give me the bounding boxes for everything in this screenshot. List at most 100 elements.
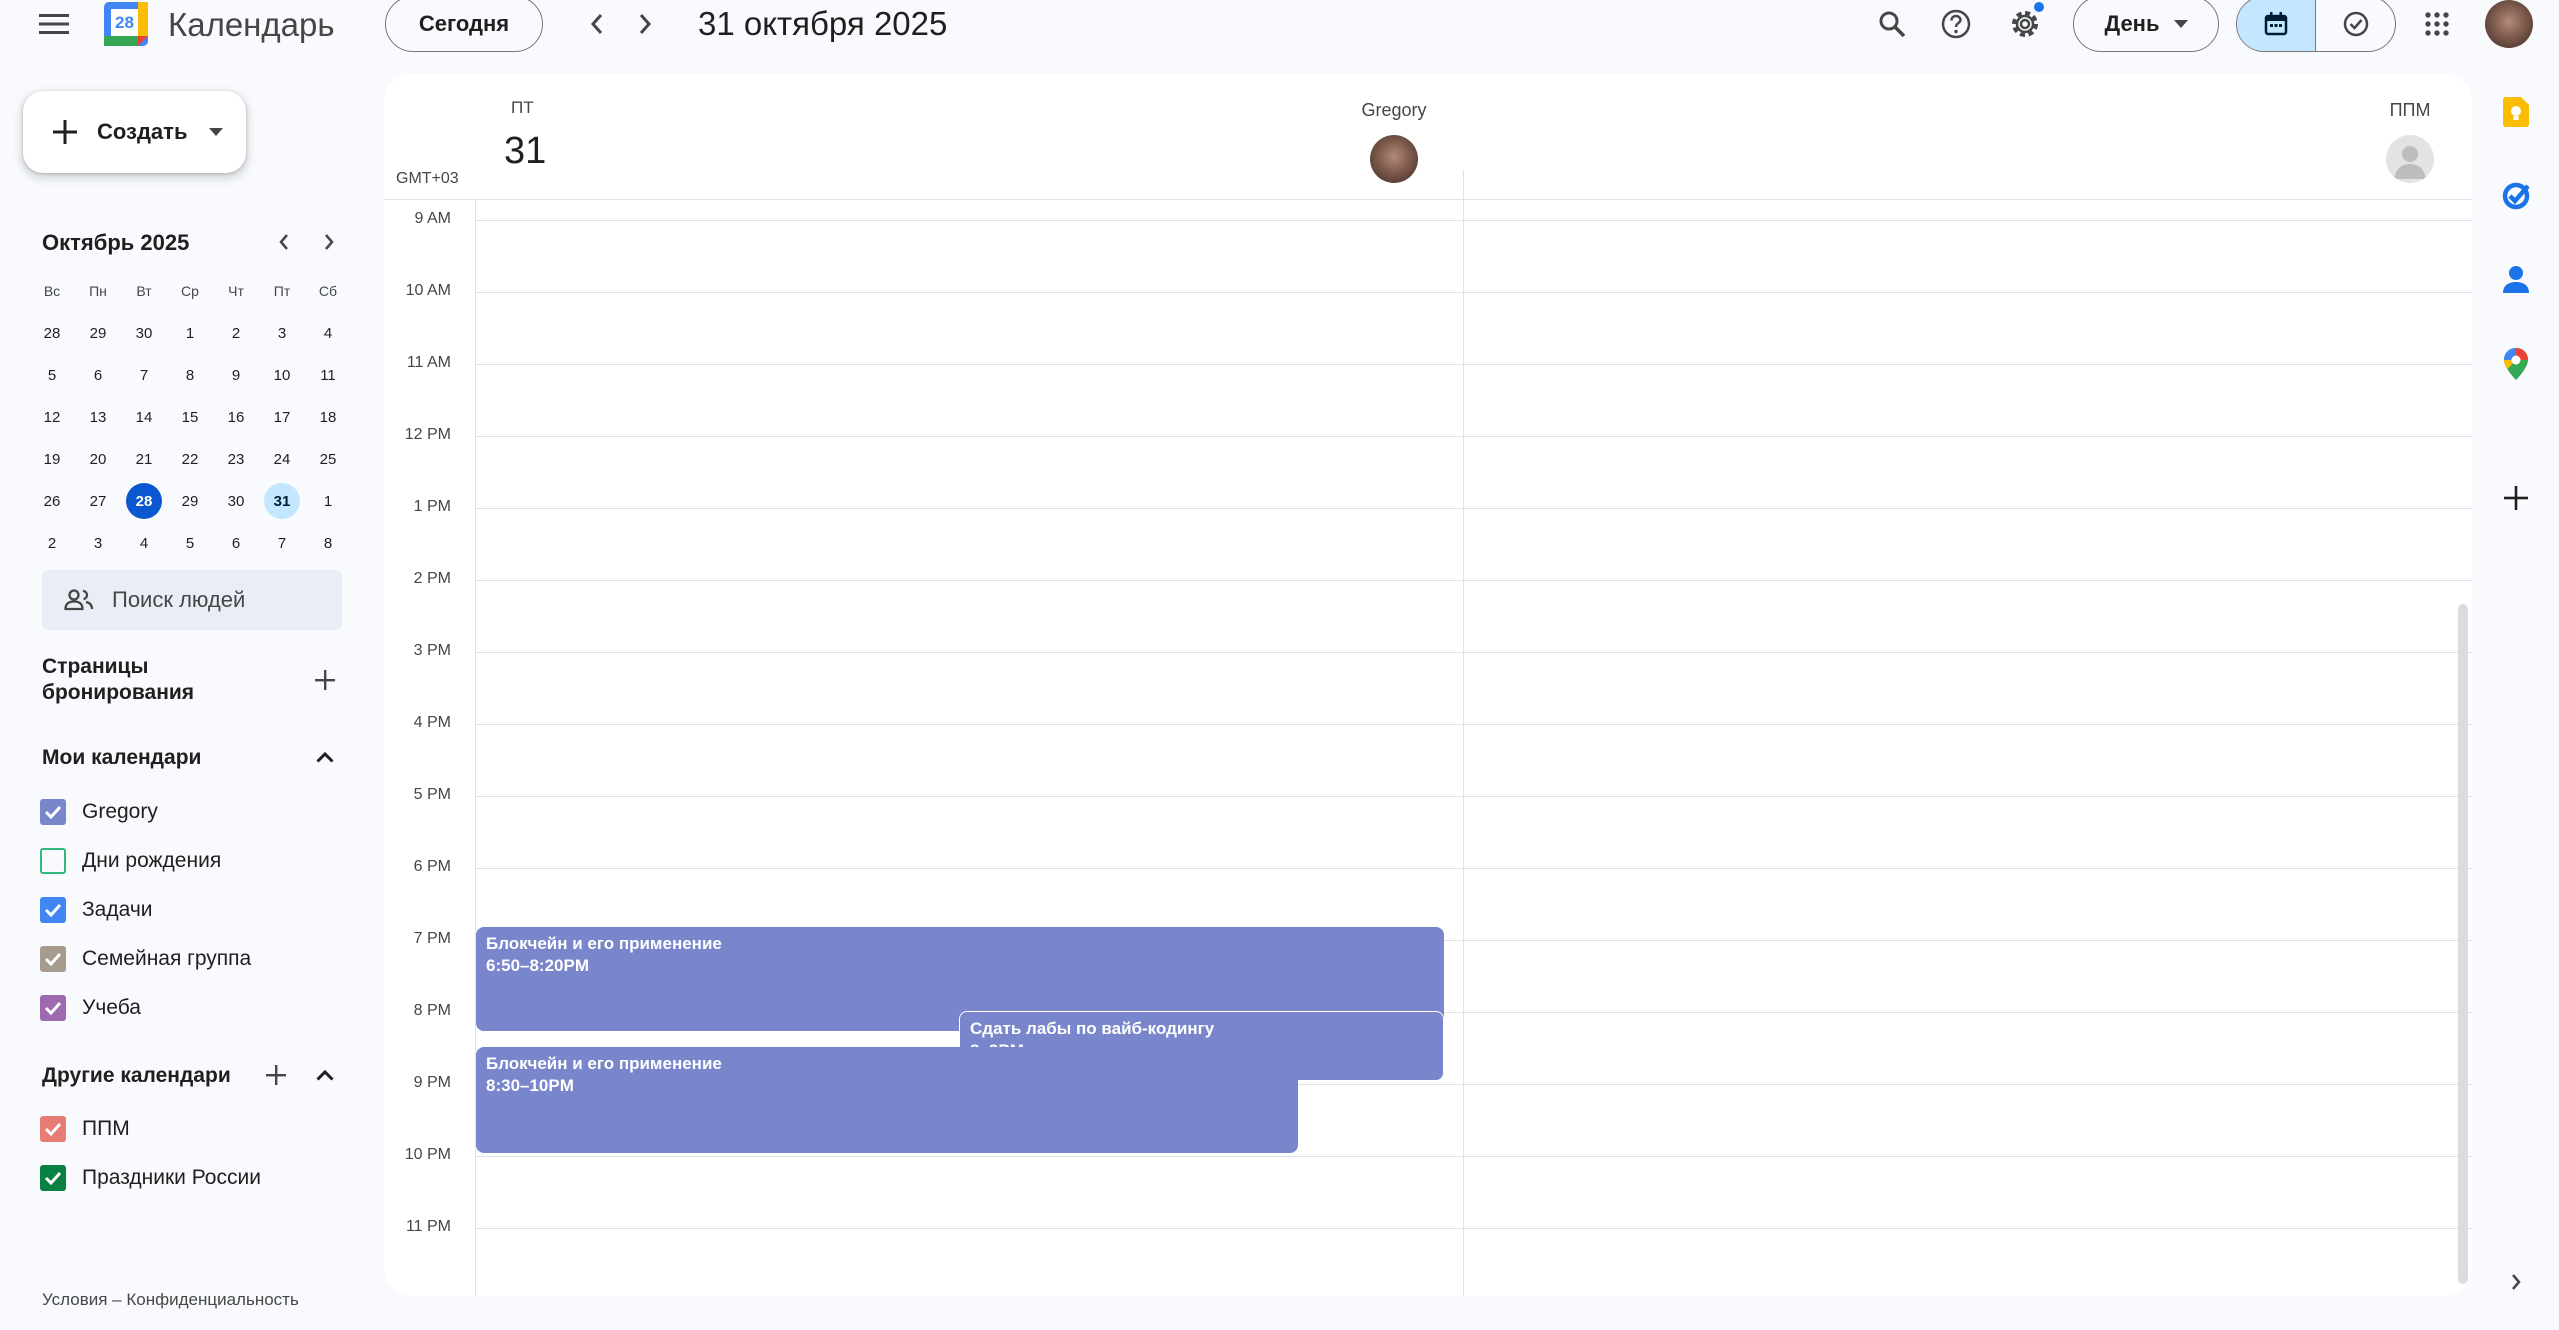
other-calendars-collapse-button[interactable] [303, 1053, 347, 1097]
mini-calendar-day[interactable]: 22 [167, 440, 213, 478]
mini-calendar-day[interactable]: 26 [29, 482, 75, 520]
mini-calendar-day[interactable]: 21 [121, 440, 167, 478]
mini-calendar-day[interactable]: 8 [305, 524, 351, 562]
day-number[interactable]: 31 [504, 130, 546, 173]
checkbox-checked-icon[interactable] [40, 995, 66, 1021]
calendar-list-item[interactable]: Праздники России [40, 1158, 261, 1198]
mini-calendar-day[interactable]: 15 [167, 398, 213, 436]
calendar-event[interactable]: Блокчейн и его применение 8:30–10PM [476, 1047, 1298, 1153]
terms-privacy-link[interactable]: Условия – Конфиденциальность [42, 1290, 299, 1310]
today-button[interactable]: Сегодня [385, 0, 543, 52]
hour-label: 8 PM [413, 1002, 451, 1019]
mini-calendar-day[interactable]: 28 [29, 314, 75, 352]
calendar-list-item[interactable]: Дни рождения [40, 841, 221, 881]
people-search-input[interactable]: Поиск людей [42, 570, 342, 630]
mini-calendar-day[interactable]: 1 [167, 314, 213, 352]
mini-calendar-day[interactable]: 16 [213, 398, 259, 436]
keep-button[interactable] [2492, 88, 2540, 136]
column-avatar[interactable] [1370, 135, 1418, 183]
apps-grid-icon [2425, 12, 2449, 36]
mini-calendar-day[interactable]: 20 [75, 440, 121, 478]
view-select-label: День [2104, 11, 2160, 36]
mini-calendar-day[interactable]: 9 [213, 356, 259, 394]
calendar-mode-button[interactable] [2237, 0, 2316, 51]
mini-calendar-day[interactable]: 13 [75, 398, 121, 436]
mini-calendar-day[interactable]: 25 [305, 440, 351, 478]
mini-calendar-day-number: 25 [319, 450, 337, 468]
mini-calendar-day[interactable]: 3 [75, 524, 121, 562]
checkbox-checked-icon[interactable] [40, 897, 66, 923]
mini-calendar-day[interactable]: 7 [121, 356, 167, 394]
mini-calendar-day[interactable]: 29 [167, 482, 213, 520]
maps-button[interactable] [2492, 340, 2540, 388]
mini-calendar-day[interactable]: 27 [75, 482, 121, 520]
mini-calendar-day[interactable]: 5 [29, 356, 75, 394]
mini-calendar-day[interactable]: 5 [167, 524, 213, 562]
add-addon-button[interactable] [2492, 474, 2540, 522]
my-calendars-collapse-button[interactable] [303, 735, 347, 779]
mini-calendar-next-button[interactable] [309, 222, 349, 262]
day-of-week: ПТ [511, 98, 534, 117]
mini-calendar-day[interactable]: 17 [259, 398, 305, 436]
hour-label: 12 PM [404, 426, 451, 443]
calendar-list-item[interactable]: Семейная группа [40, 939, 251, 979]
mini-calendar-day[interactable]: 29 [75, 314, 121, 352]
mini-calendar-day[interactable]: 7 [259, 524, 305, 562]
mini-calendar-day[interactable]: 8 [167, 356, 213, 394]
my-calendars-title[interactable]: Мои календари [42, 745, 201, 771]
calendar-list-item[interactable]: Задачи [40, 890, 153, 930]
tasks-button[interactable] [2492, 172, 2540, 220]
account-avatar[interactable] [2485, 0, 2533, 48]
search-button[interactable] [1864, 0, 1920, 52]
checkbox-checked-icon[interactable] [40, 946, 66, 972]
next-period-button[interactable] [617, 0, 673, 52]
mini-calendar-prev-button[interactable] [264, 222, 304, 262]
checkbox-checked-icon[interactable] [40, 1165, 66, 1191]
mini-calendar-day[interactable]: 11 [305, 356, 351, 394]
create-button[interactable]: Создать [23, 91, 246, 173]
settings-button[interactable] [1997, 0, 2053, 52]
mini-calendar-day[interactable]: 28 [121, 482, 167, 520]
other-calendars-title[interactable]: Другие календари [42, 1063, 231, 1089]
help-button[interactable] [1928, 0, 1984, 52]
mini-calendar-day[interactable]: 30 [213, 482, 259, 520]
hour-line [476, 508, 2472, 509]
mini-calendar-day[interactable]: 4 [121, 524, 167, 562]
calendar-list-item[interactable]: Учеба [40, 988, 141, 1028]
mini-calendar-day[interactable]: 2 [29, 524, 75, 562]
column-avatar[interactable] [2386, 135, 2434, 183]
apps-button[interactable] [2409, 0, 2465, 52]
chevron-up-icon [316, 751, 334, 763]
calendar-list-item[interactable]: Gregory [40, 792, 158, 832]
mini-calendar-day[interactable]: 31 [259, 482, 305, 520]
mini-calendar-day[interactable]: 2 [213, 314, 259, 352]
checkbox-checked-icon[interactable] [40, 799, 66, 825]
tasks-mode-button[interactable] [2316, 0, 2395, 51]
mini-calendar-day[interactable]: 10 [259, 356, 305, 394]
calendar-logo[interactable]: 28 [102, 0, 150, 48]
mini-calendar-day[interactable]: 4 [305, 314, 351, 352]
mini-calendar-day[interactable]: 23 [213, 440, 259, 478]
mini-calendar-day[interactable]: 30 [121, 314, 167, 352]
column-header-gregory: Gregory [1344, 100, 1444, 183]
mini-calendar-day[interactable]: 3 [259, 314, 305, 352]
main-menu-button[interactable] [26, 0, 82, 52]
checkbox-checked-icon[interactable] [40, 1116, 66, 1142]
mini-calendar-day[interactable]: 6 [75, 356, 121, 394]
checkbox-unchecked-icon[interactable] [40, 848, 66, 874]
calendar-list-item[interactable]: ППМ [40, 1109, 130, 1149]
mini-calendar-day[interactable]: 14 [121, 398, 167, 436]
mini-calendar-day[interactable]: 24 [259, 440, 305, 478]
contacts-button[interactable] [2492, 256, 2540, 304]
mini-calendar-day[interactable]: 12 [29, 398, 75, 436]
add-other-calendar-button[interactable] [254, 1053, 298, 1097]
mini-calendar-day[interactable]: 6 [213, 524, 259, 562]
add-booking-page-button[interactable] [303, 658, 347, 702]
mini-calendar-day[interactable]: 1 [305, 482, 351, 520]
vertical-scrollbar[interactable] [2458, 604, 2468, 1284]
mini-calendar-day[interactable]: 19 [29, 440, 75, 478]
mini-calendar-day[interactable]: 18 [305, 398, 351, 436]
view-select[interactable]: День [2073, 0, 2219, 52]
chevron-left-icon [590, 14, 603, 34]
collapse-side-panel-button[interactable] [2492, 1258, 2540, 1306]
